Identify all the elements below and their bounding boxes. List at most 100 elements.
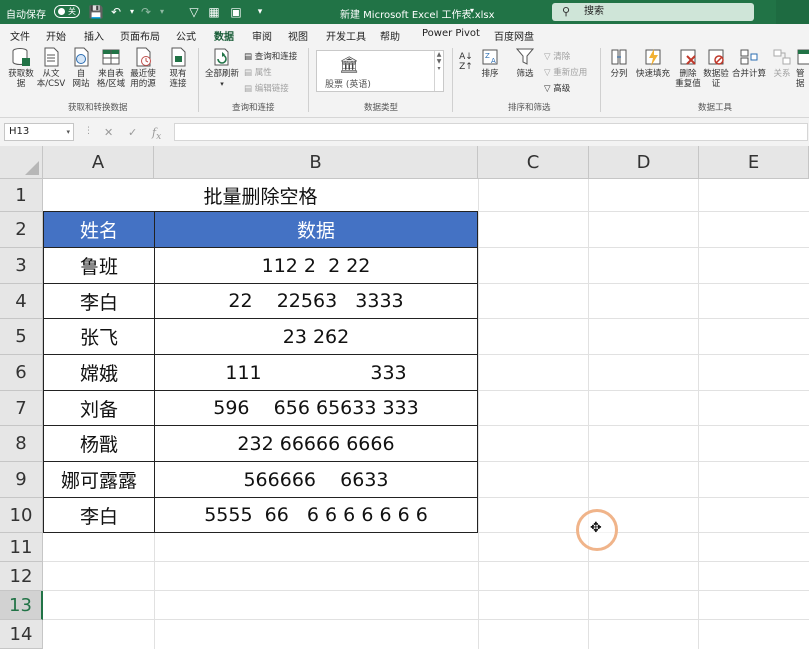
data-cell[interactable]: 566666 6633 — [154, 462, 478, 498]
title-dropdown-icon[interactable]: ▾ — [470, 6, 474, 15]
row-header-11[interactable]: 11 — [0, 533, 43, 562]
text-to-columns-button[interactable]: 分列 — [606, 47, 632, 79]
refresh-all-button[interactable]: 全部刷新 ▾ — [204, 47, 240, 89]
tab-power-pivot[interactable]: Power Pivot — [422, 28, 480, 39]
save-icon[interactable]: 💾 — [88, 4, 104, 20]
bank-icon: 🏛 — [339, 55, 360, 74]
column-header-c[interactable]: C — [478, 146, 589, 179]
account-area[interactable] — [776, 0, 809, 24]
refresh-dropdown-icon[interactable]: ▾ — [220, 80, 224, 88]
sheet-title-cell[interactable]: 批量删除空格 — [43, 179, 478, 212]
data-cell[interactable]: 111 333 — [154, 355, 478, 391]
flash-fill-button[interactable]: 快速填充 — [634, 47, 672, 79]
name-cell[interactable]: 娜可露露 — [43, 462, 154, 498]
row-header-13[interactable]: 13 — [0, 591, 43, 620]
column-header-d[interactable]: D — [589, 146, 699, 179]
tab-file[interactable]: 文件 — [10, 28, 30, 43]
data-cell[interactable]: 5555 66 6 6 6 6 6 6 6 — [154, 498, 478, 533]
recent-sources-button[interactable]: 最近使 用的源 — [128, 47, 158, 89]
tab-view[interactable]: 视图 — [288, 28, 308, 43]
data-validation-button[interactable]: 数据验 证 — [702, 47, 730, 89]
queries-connections-button[interactable]: ▤ 查询和连接 — [244, 50, 297, 62]
data-cell[interactable]: 112 2 2 22 — [154, 248, 478, 284]
row-header-7[interactable]: 7 — [0, 391, 43, 426]
tab-insert[interactable]: 插入 — [84, 28, 104, 43]
row-header-10[interactable]: 10 — [0, 498, 43, 533]
row-header-8[interactable]: 8 — [0, 426, 43, 462]
table-qa-icon[interactable]: ▦ — [206, 4, 222, 20]
tab-developer[interactable]: 开发工具 — [326, 28, 366, 43]
consolidate-button[interactable]: 合并计算 — [730, 47, 768, 79]
name-box[interactable]: H13 ▾ — [4, 123, 74, 141]
data-cell[interactable]: 232 66666 6666 — [154, 426, 478, 462]
search-icon: ⚲ — [562, 5, 571, 18]
advanced-filter-button[interactable]: ▽ 高级 — [544, 82, 570, 94]
column-header-e[interactable]: E — [699, 146, 809, 179]
name-cell[interactable]: 杨戬 — [43, 426, 154, 462]
camera-qa-icon[interactable]: ▣ — [228, 4, 244, 20]
insert-function-icon[interactable]: fx — [152, 126, 161, 142]
autosave-toggle[interactable]: 关 — [54, 5, 80, 18]
search-box[interactable]: ⚲ 搜索 — [552, 3, 754, 21]
tab-review[interactable]: 审阅 — [252, 28, 272, 43]
data-types-gallery[interactable]: 🏛 股票 (英语) ▲ ▼ ▾ — [316, 50, 444, 92]
redo-icon[interactable]: ↷ — [138, 4, 154, 20]
redo-dropdown-icon[interactable]: ▾ — [154, 4, 170, 20]
name-box-dropdown-icon[interactable]: ▾ — [66, 124, 70, 140]
header-cell-name[interactable]: 姓名 — [43, 212, 154, 248]
edit-links-icon: ▤ — [244, 84, 253, 94]
data-cell[interactable]: 23 262 — [154, 319, 478, 355]
tab-page-layout[interactable]: 页面布局 — [120, 28, 160, 43]
edit-links-button[interactable]: ▤ 编辑链接 — [244, 82, 289, 94]
header-cell-data[interactable]: 数据 — [154, 212, 478, 248]
existing-connections-button[interactable]: 现有 连接 — [166, 47, 190, 89]
formula-input[interactable] — [174, 123, 808, 141]
column-header-a[interactable]: A — [43, 146, 154, 179]
row-header-5[interactable]: 5 — [0, 319, 43, 355]
row-header-3[interactable]: 3 — [0, 248, 43, 284]
tab-baidu-netdisk[interactable]: 百度网盘 — [494, 28, 534, 43]
data-cell[interactable]: 596 656 65633 333 — [154, 391, 478, 426]
row-header-9[interactable]: 9 — [0, 462, 43, 498]
name-cell[interactable]: 李白 — [43, 284, 154, 319]
name-cell[interactable]: 嫦娥 — [43, 355, 154, 391]
name-cell[interactable]: 张飞 — [43, 319, 154, 355]
row-header-4[interactable]: 4 — [0, 284, 43, 319]
from-web-button[interactable]: 自 网站 — [70, 47, 92, 89]
tab-home[interactable]: 开始 — [46, 28, 66, 43]
filter-button[interactable]: 筛选 — [512, 47, 538, 79]
enter-icon[interactable]: ✓ — [128, 126, 137, 139]
row-header-12[interactable]: 12 — [0, 562, 43, 591]
name-cell[interactable]: 李白 — [43, 498, 154, 533]
from-text-button[interactable]: 从文 本/CSV — [36, 47, 66, 89]
tab-data[interactable]: 数据 — [212, 28, 236, 48]
select-all-button[interactable] — [0, 146, 43, 179]
manage-data-model-button[interactable]: 管 据 — [796, 47, 809, 89]
row-header-6[interactable]: 6 — [0, 355, 43, 391]
reapply-button[interactable]: ▽ 重新应用 — [544, 66, 587, 78]
relationships-button[interactable]: 关系 — [770, 47, 794, 79]
data-cell[interactable]: 22 22563 3333 — [154, 284, 478, 319]
from-table-button[interactable]: 来自表 格/区域 — [96, 47, 126, 89]
name-cell[interactable]: 鲁班 — [43, 248, 154, 284]
properties-button[interactable]: ▤ 属性 — [244, 66, 272, 78]
row-header-2[interactable]: 2 — [0, 212, 43, 248]
column-header-b[interactable]: B — [154, 146, 478, 179]
cancel-icon[interactable]: ✕ — [104, 126, 113, 139]
get-data-button[interactable]: 获取数 据 — [6, 47, 36, 89]
tab-formulas[interactable]: 公式 — [176, 28, 196, 43]
customize-qa-icon[interactable]: ▾ — [252, 4, 268, 20]
sort-az-button[interactable]: A↓ Z↑ — [456, 52, 476, 72]
gallery-scroll[interactable]: ▲ ▼ ▾ — [434, 51, 443, 91]
row-header-1[interactable]: 1 — [0, 179, 43, 212]
undo-icon[interactable]: ↶ — [108, 4, 124, 20]
row-header-14[interactable]: 14 — [0, 620, 43, 649]
get-data-label: 获取数 据 — [8, 69, 34, 89]
name-cell[interactable]: 刘备 — [43, 391, 154, 426]
tab-help[interactable]: 帮助 — [380, 28, 400, 43]
manage-data-model-label: 管 据 — [796, 69, 805, 89]
remove-duplicates-button[interactable]: 删除 重复值 — [674, 47, 702, 89]
filter-qa-icon[interactable]: ▽ — [186, 4, 202, 20]
clear-filter-button[interactable]: ▽ 清除 — [544, 50, 570, 62]
sort-button[interactable]: ZA 排序 — [478, 47, 502, 79]
